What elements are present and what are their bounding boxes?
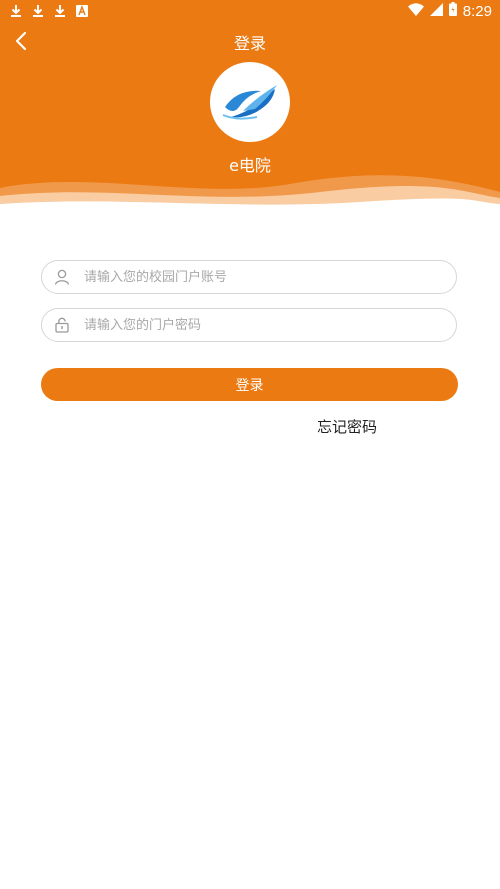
- login-button[interactable]: 登录: [41, 368, 458, 401]
- download-icon: [53, 3, 67, 19]
- status-icons-left: [9, 3, 89, 19]
- page-title: 登录: [233, 34, 266, 53]
- app-logo: [210, 62, 290, 142]
- header: 8:29 登录 e电院: [0, 0, 500, 212]
- battery-icon: [448, 2, 457, 20]
- header-wave: [0, 175, 500, 212]
- forgot-password-link[interactable]: 忘记密码: [317, 416, 377, 437]
- status-icons-right: 8:29: [407, 2, 492, 20]
- font-icon: [75, 3, 89, 19]
- download-icon: [31, 3, 45, 19]
- username-field[interactable]: [41, 260, 457, 294]
- signal-icon: [429, 2, 443, 20]
- login-screen: 8:29 登录 e电院 请输入您的校园门户账号 登录 忘记密码: [0, 0, 500, 889]
- user-icon: [42, 260, 82, 294]
- username-input[interactable]: [82, 261, 456, 293]
- clock: 8:29: [462, 2, 492, 20]
- password-field[interactable]: [41, 308, 457, 342]
- download-icon: [9, 3, 23, 19]
- wifi-icon: [407, 2, 424, 20]
- status-bar: 8:29: [0, 0, 500, 24]
- password-input[interactable]: [82, 309, 456, 341]
- lock-icon: [42, 308, 82, 342]
